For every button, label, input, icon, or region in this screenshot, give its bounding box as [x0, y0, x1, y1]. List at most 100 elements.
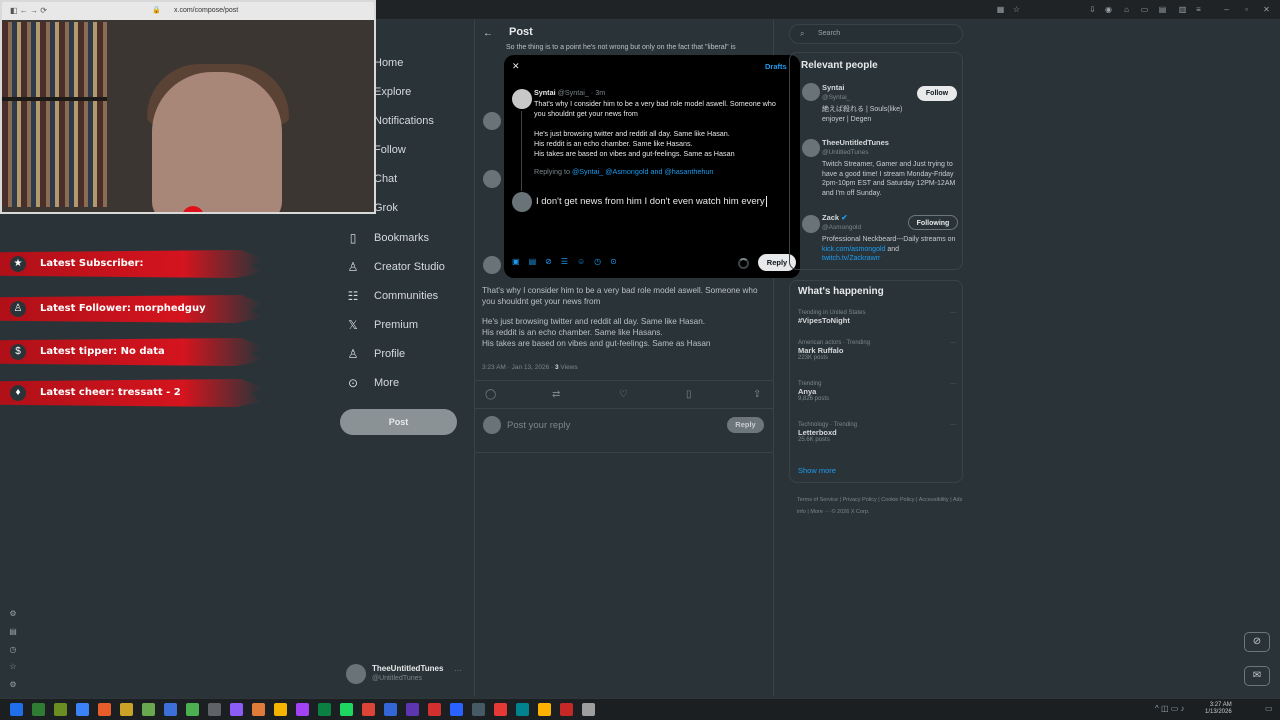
trend-item[interactable]: Trending Anya 9,826 posts ··· [798, 381, 956, 402]
star-icon[interactable]: ☆ [8, 662, 18, 672]
trend-item[interactable]: American actors · Trending Mark Ruffalo 22… [798, 340, 956, 361]
menu-icon[interactable]: ≡ [1194, 5, 1203, 14]
footer-link[interactable]: Terms of Service [797, 497, 838, 503]
download-icon[interactable]: ⇩ [1088, 5, 1097, 14]
notification-icon[interactable]: ▭ [1265, 704, 1273, 713]
more-dots-icon[interactable]: ··· [950, 422, 956, 428]
reply-input[interactable]: Post your reply [507, 420, 570, 431]
address-bar[interactable]: x.com/compose/post [174, 7, 238, 14]
reply-textarea[interactable]: I don't get news from him I don't even w… [536, 196, 767, 207]
close-icon[interactable]: ✕ [512, 61, 520, 72]
nav-item-profile[interactable]: ♙ Profile [346, 343, 406, 365]
taskbar-app-icon[interactable] [252, 703, 265, 716]
follow-button[interactable]: Follow [917, 86, 957, 101]
taskbar-app-icon[interactable] [494, 703, 507, 716]
share-icon[interactable]: ⇪ [753, 389, 761, 400]
star-icon[interactable]: ☆ [1012, 5, 1021, 14]
taskbar-app-icon[interactable] [186, 703, 199, 716]
nav-item-creator-studio[interactable]: ♙ Creator Studio [346, 256, 445, 278]
taskbar-app-icon[interactable] [340, 703, 353, 716]
reader-icon[interactable]: ▦ [996, 5, 1005, 14]
taskbar-app-icon[interactable] [274, 703, 287, 716]
taskbar-app-icon[interactable] [450, 703, 463, 716]
taskbar-app-icon[interactable] [54, 703, 67, 716]
footer-link[interactable]: Cookie Policy [881, 497, 914, 503]
taskbar-app-icon[interactable] [538, 703, 551, 716]
minimize-icon[interactable]: – [1222, 5, 1231, 14]
nav-item-bookmarks[interactable]: ▯ Bookmarks [346, 227, 429, 249]
bookmark-icon[interactable]: ▯ [686, 389, 692, 400]
extension-icon[interactable]: ⌂ [1122, 5, 1131, 14]
footer-link[interactable]: Privacy Policy [842, 497, 876, 503]
clock[interactable]: 3:27 AM 1/13/2026 [1205, 702, 1232, 716]
grok-icon[interactable]: ⊘ [545, 257, 552, 266]
nav-item-premium[interactable]: 𝕏 Premium [346, 314, 418, 336]
gif-icon[interactable]: ▤ [529, 257, 537, 266]
search-input[interactable]: ⌕ Search [789, 24, 963, 44]
taskbar-app-icon[interactable] [560, 703, 573, 716]
extension-icon[interactable]: ▤ [1158, 5, 1167, 14]
taskbar-app-icon[interactable] [582, 703, 595, 716]
messages-icon[interactable]: ✉ [1244, 666, 1270, 686]
taskbar-app-icon[interactable] [208, 703, 221, 716]
settings-icon[interactable]: ⚙ [8, 609, 18, 619]
person-name[interactable]: Zack ✔ [822, 213, 848, 222]
extension-icon[interactable]: ▥ [1178, 5, 1187, 14]
maximize-icon[interactable]: ▫ [1242, 5, 1251, 14]
nav-item-more[interactable]: ⊙ More [346, 372, 399, 394]
taskbar-app-icon[interactable] [76, 703, 89, 716]
reply-icon[interactable]: ◯ [485, 389, 496, 400]
poll-icon[interactable]: ☰ [561, 257, 568, 266]
bio-link[interactable]: kick.com/asmongold [822, 246, 885, 253]
taskbar-app-icon[interactable] [296, 703, 309, 716]
taskbar-app-icon[interactable] [32, 703, 45, 716]
taskbar-app-icon[interactable] [472, 703, 485, 716]
more-dots-icon[interactable]: ··· [950, 310, 956, 316]
replying-to-users[interactable]: @Syntai_ @Asmongold and @hasanthehun [572, 167, 713, 176]
more-dots-icon[interactable]: ··· [950, 381, 956, 387]
bio-link[interactable]: twitch.tv/Zackrawrr [822, 255, 880, 262]
extension-icon[interactable]: ◉ [1104, 5, 1113, 14]
post-button[interactable]: Post [340, 409, 457, 435]
taskbar-app-icon[interactable] [98, 703, 111, 716]
image-icon[interactable]: ▣ [512, 257, 520, 266]
more-dots-icon[interactable]: ··· [950, 340, 956, 346]
drafts-link[interactable]: Drafts [765, 62, 787, 71]
extension-icon[interactable]: ▭ [1140, 5, 1149, 14]
taskbar-app-icon[interactable] [318, 703, 331, 716]
gear-icon[interactable]: ⚙ [8, 680, 18, 690]
browser-nav-icon[interactable]: ◧ ← → ⟳ [10, 6, 47, 15]
nav-item-communities[interactable]: ☷ Communities [346, 285, 439, 307]
taskbar-app-icon[interactable] [406, 703, 419, 716]
location-icon[interactable]: ⊙ [610, 257, 617, 266]
emoji-icon[interactable]: ☺ [577, 257, 585, 266]
more-dots-icon[interactable]: ··· [454, 666, 462, 675]
following-button[interactable]: Following [908, 215, 958, 230]
system-tray-icon[interactable]: ^ ◫ ▭ ♪ [1155, 704, 1185, 713]
taskbar-app-icon[interactable] [384, 703, 397, 716]
like-icon[interactable]: ♡ [619, 389, 628, 400]
footer-link[interactable]: More ··· [810, 509, 830, 515]
taskbar-app-icon[interactable] [428, 703, 441, 716]
trend-item[interactable]: Technology · Trending Letterboxd 25.6K pos… [798, 422, 956, 443]
taskbar-app-icon[interactable] [164, 703, 177, 716]
taskbar-app-icon[interactable] [230, 703, 243, 716]
reply-button-disabled[interactable]: Reply [727, 417, 764, 433]
repost-icon[interactable]: ⇄ [552, 389, 560, 400]
taskbar-app-icon[interactable] [120, 703, 133, 716]
taskbar-app-icon[interactable] [142, 703, 155, 716]
person-name[interactable]: Syntai [822, 83, 845, 92]
account-switcher[interactable]: TheeUntitledTunes @UntitledTunes ··· [346, 662, 466, 686]
trend-item[interactable]: Trending in United States #VipesToNight ··… [798, 310, 956, 325]
taskbar-app-icon[interactable] [516, 703, 529, 716]
schedule-icon[interactable]: ◷ [594, 257, 601, 266]
close-window-icon[interactable]: ✕ [1262, 5, 1271, 14]
clipboard-icon[interactable]: ▤ [8, 627, 18, 637]
taskbar-app-icon[interactable] [362, 703, 375, 716]
back-arrow-icon[interactable]: ← [483, 28, 493, 39]
taskbar-app-icon[interactable] [10, 703, 23, 716]
person-name[interactable]: TheeUntitledTunes [822, 138, 889, 147]
show-more-link[interactable]: Show more [798, 466, 836, 475]
grok-floating-icon[interactable]: ⊘ [1244, 632, 1270, 652]
footer-link[interactable]: Accessibility [919, 497, 949, 503]
